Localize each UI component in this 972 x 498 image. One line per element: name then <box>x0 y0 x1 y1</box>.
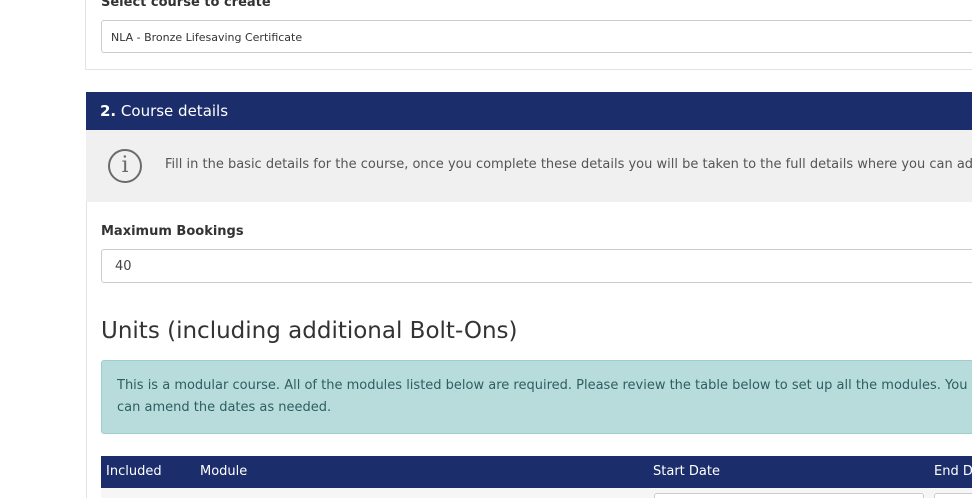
column-start-date: Start Date <box>653 464 720 479</box>
max-bookings-input[interactable] <box>101 249 972 283</box>
page: Select course to create NLA - Bronze Lif… <box>0 0 972 498</box>
units-title: Units (including additional Bolt-Ons) <box>101 318 518 344</box>
start-date-input[interactable] <box>654 493 924 498</box>
end-date-input[interactable] <box>934 493 972 498</box>
course-select[interactable]: NLA - Bronze Lifesaving Certificate <box>101 20 972 53</box>
max-bookings-label: Maximum Bookings <box>101 224 244 239</box>
course-details-header: 2. Course details <box>86 92 972 130</box>
column-module: Module <box>200 464 248 479</box>
info-icon: i <box>108 149 142 183</box>
column-end-date: End Date <box>934 464 972 479</box>
units-table-header: Included Module Start Date End Date <box>101 456 972 488</box>
select-course-label: Select course to create <box>101 0 271 10</box>
section-title: Course details <box>120 102 229 120</box>
info-text: Fill in the basic details for the course… <box>165 157 972 172</box>
alert-text: This is a modular course. All of the mod… <box>117 378 968 415</box>
column-included: Included <box>106 464 162 479</box>
section-number: 2. <box>100 102 117 120</box>
